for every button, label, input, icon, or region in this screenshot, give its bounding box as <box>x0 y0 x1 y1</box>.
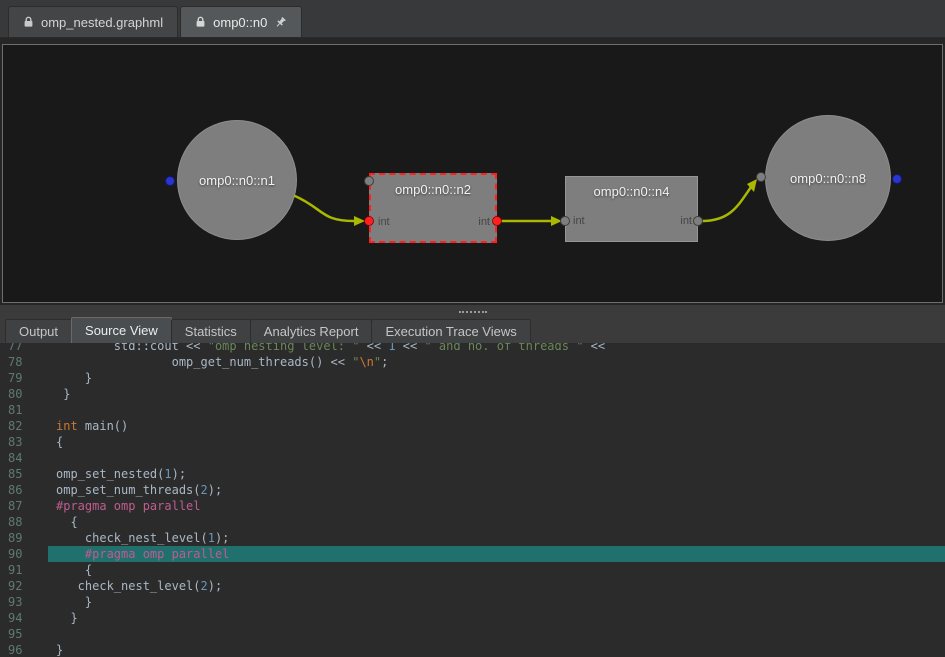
tab-label: omp_nested.graphml <box>41 15 163 30</box>
code-line-89[interactable]: check_nest_level(1); <box>48 530 945 546</box>
panel-tab-bar: Output Source View Statistics Analytics … <box>0 317 945 343</box>
line-number: 89 <box>8 530 48 546</box>
edge-arrow-icon <box>354 216 365 226</box>
code-line-91[interactable]: { <box>48 562 945 578</box>
code-line-82[interactable]: int main() <box>48 418 945 434</box>
line-number: 86 <box>8 482 48 498</box>
line-number: 96 <box>8 642 48 657</box>
splitter-grip-icon[interactable] <box>459 311 487 313</box>
code-line-88[interactable]: { <box>48 514 945 530</box>
code-line-84[interactable] <box>48 450 945 466</box>
port-n2-top[interactable] <box>365 177 374 186</box>
line-number: 78 <box>8 354 48 370</box>
port-n4-in[interactable] <box>561 217 570 226</box>
graph-canvas[interactable]: omp0::n0::n1 omp0::n0::n2 int int omp0::… <box>2 44 943 303</box>
lock-icon <box>195 16 206 28</box>
line-number: 81 <box>8 402 48 418</box>
code-line-90[interactable]: #pragma omp parallel <box>48 546 945 562</box>
selected-port-n2-in[interactable] <box>365 217 374 226</box>
line-number: 83 <box>8 434 48 450</box>
line-number: 91 <box>8 562 48 578</box>
code-line-79[interactable]: } <box>48 370 945 386</box>
code-line-80[interactable]: } <box>48 386 945 402</box>
tab-label: Statistics <box>185 324 237 339</box>
pin-icon[interactable] <box>274 16 287 29</box>
code-line-83[interactable]: { <box>48 434 945 450</box>
port-n8-in[interactable] <box>757 173 766 182</box>
code-line-87[interactable]: #pragma omp parallel <box>48 498 945 514</box>
line-number-gutter: 7778798081828384858687888990919293949596 <box>0 343 48 657</box>
code-line-96[interactable]: } <box>48 642 945 657</box>
tab-label: Analytics Report <box>264 324 359 339</box>
tab-label: omp0::n0 <box>213 15 267 30</box>
end-terminal-dot[interactable] <box>893 175 902 184</box>
graph-overlay <box>3 45 942 302</box>
lock-icon <box>23 16 34 28</box>
tab-omp0-n0[interactable]: omp0::n0 <box>180 6 302 37</box>
line-number: 90 <box>8 546 48 562</box>
port-n4-out[interactable] <box>694 217 703 226</box>
line-number: 79 <box>8 370 48 386</box>
edge-n4-n8[interactable] <box>702 187 751 221</box>
line-number: 80 <box>8 386 48 402</box>
line-number: 82 <box>8 418 48 434</box>
tab-output[interactable]: Output <box>5 319 72 343</box>
line-number: 92 <box>8 578 48 594</box>
graph-view: omp0::n0::n1 omp0::n0::n2 int int omp0::… <box>0 38 945 305</box>
code-line-94[interactable]: } <box>48 610 945 626</box>
code-line-86[interactable]: omp_set_num_threads(2); <box>48 482 945 498</box>
panel-splitter[interactable] <box>0 305 945 317</box>
code-line-81[interactable] <box>48 402 945 418</box>
document-tab-bar: omp_nested.graphml omp0::n0 <box>0 0 945 38</box>
line-number: 95 <box>8 626 48 642</box>
line-number: 93 <box>8 594 48 610</box>
line-number: 94 <box>8 610 48 626</box>
start-terminal-dot[interactable] <box>166 177 175 186</box>
tab-label: Output <box>19 324 58 339</box>
tab-label: Source View <box>85 323 158 338</box>
line-number: 84 <box>8 450 48 466</box>
tab-analytics-report[interactable]: Analytics Report <box>250 319 373 343</box>
tab-label: Execution Trace Views <box>385 324 516 339</box>
line-number: 88 <box>8 514 48 530</box>
code-line-93[interactable]: } <box>48 594 945 610</box>
selected-port-n2-out[interactable] <box>493 217 502 226</box>
code-line-77[interactable]: std::cout << "omp nesting level: " << 1 … <box>48 343 945 354</box>
tab-execution-trace-views[interactable]: Execution Trace Views <box>371 319 530 343</box>
code-area[interactable]: std::cout << "omp nesting level: " << 1 … <box>48 343 945 657</box>
tab-statistics[interactable]: Statistics <box>171 319 251 343</box>
line-number: 87 <box>8 498 48 514</box>
source-view-panel[interactable]: 7778798081828384858687888990919293949596… <box>0 343 945 657</box>
tab-source-view[interactable]: Source View <box>71 317 172 343</box>
code-line-95[interactable] <box>48 626 945 642</box>
app-window: omp_nested.graphml omp0::n0 omp0::n0::n1 <box>0 0 945 657</box>
tab-omp-nested-graphml[interactable]: omp_nested.graphml <box>8 6 178 37</box>
code-line-85[interactable]: omp_set_nested(1); <box>48 466 945 482</box>
code-line-92[interactable]: check_nest_level(2); <box>48 578 945 594</box>
code-line-78[interactable]: omp_get_num_threads() << "\n"; <box>48 354 945 370</box>
line-number: 85 <box>8 466 48 482</box>
line-number: 77 <box>8 343 48 354</box>
edge-n1-n2[interactable] <box>295 196 354 221</box>
